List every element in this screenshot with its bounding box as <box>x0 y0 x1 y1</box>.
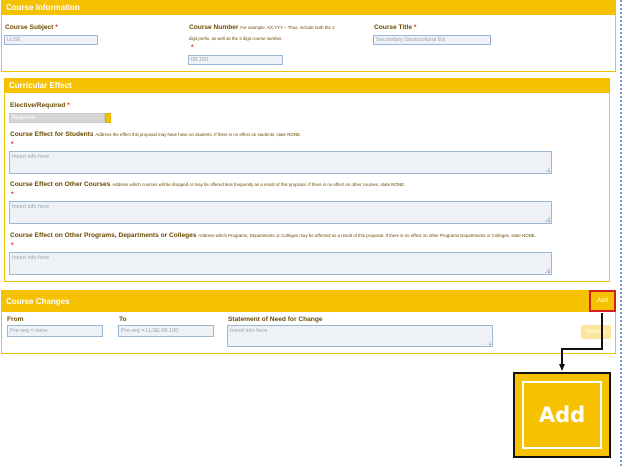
required-mark: * <box>11 141 14 148</box>
required-mark: * <box>191 44 194 51</box>
to-label: To <box>119 316 127 323</box>
statement-of-need-label: Statement of Need for Change <box>228 316 323 323</box>
course-changes-header: Course Changes <box>2 291 615 312</box>
required-mark: * <box>55 24 58 31</box>
course-title-label: Course Title * <box>374 24 417 31</box>
other-programs-effect-required: * <box>11 242 14 249</box>
other-courses-effect-hint: Address which courses will be dropped or… <box>112 182 406 187</box>
from-field[interactable]: Pre-req = none <box>7 325 103 337</box>
callout-line-vertical <box>601 313 603 349</box>
to-field[interactable]: Pre-req = LLSE 08.100 <box>118 325 214 337</box>
required-mark: * <box>67 102 70 109</box>
course-number-hint: For example, XX.YYY – Thus, include both… <box>240 25 335 30</box>
elective-required-select[interactable]: Required <box>9 113 105 123</box>
remove-button[interactable]: Remove <box>581 325 611 339</box>
resize-handle-icon[interactable] <box>545 268 550 273</box>
course-information-header: Course Information <box>2 1 615 15</box>
callout-arrow-icon <box>559 364 565 371</box>
curricular-effect-header: Curricular Effect <box>5 79 609 93</box>
add-callout-label: Add <box>522 381 602 449</box>
chevron-down-icon[interactable] <box>105 113 111 123</box>
resize-handle-icon[interactable] <box>545 217 550 222</box>
from-label: From <box>7 316 24 323</box>
required-mark: * <box>11 191 14 198</box>
course-number-required: * <box>191 44 194 51</box>
other-programs-effect-textarea[interactable]: Insert info here <box>9 252 552 275</box>
elective-required-label: Elective/Required * <box>10 102 70 109</box>
resize-handle-icon[interactable] <box>545 167 550 172</box>
other-programs-effect-label: Course Effect on Other Programs, Departm… <box>10 232 536 239</box>
required-mark: * <box>413 24 417 31</box>
other-courses-effect-textarea[interactable]: Insert info here <box>9 201 552 224</box>
course-subject-field[interactable]: LLSE <box>4 35 98 45</box>
other-courses-effect-label: Course Effect on Other Courses Address w… <box>10 181 406 188</box>
students-effect-required: * <box>11 141 14 148</box>
students-effect-label: Course Effect for Students Address the e… <box>10 131 302 138</box>
resize-handle-icon[interactable] <box>486 340 491 345</box>
other-programs-effect-hint: Address which Programs, Departments or C… <box>198 233 536 238</box>
add-button[interactable]: Add <box>589 290 616 312</box>
callout-line-horizontal <box>561 348 603 350</box>
add-callout: Add <box>513 372 611 458</box>
other-courses-effect-required: * <box>11 191 14 198</box>
statement-of-need-textarea[interactable]: Insert info here <box>227 325 493 347</box>
required-mark: * <box>11 242 14 249</box>
course-title-field[interactable]: Secondary Sociocultural Ed <box>373 35 491 45</box>
course-number-hint-2: digit prefix, as well as the 3 digit cou… <box>189 36 283 41</box>
students-effect-hint: Address the effect this proposal may hav… <box>95 132 302 137</box>
students-effect-textarea[interactable]: Insert info here <box>9 151 552 174</box>
course-subject-label: Course Subject * <box>5 24 58 31</box>
course-number-field[interactable]: 08.150 <box>188 55 283 65</box>
course-number-label: Course Number For example, XX.YYY – Thus… <box>189 24 335 31</box>
